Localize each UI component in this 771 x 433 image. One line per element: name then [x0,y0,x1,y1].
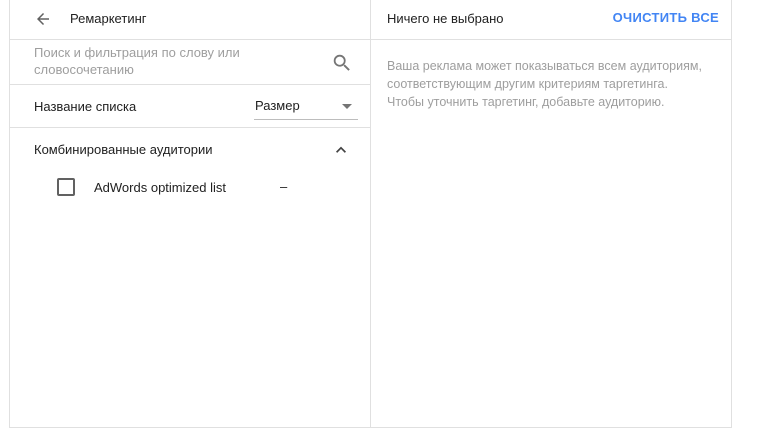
group-header-combined-audiences[interactable]: Комбинированные аудитории [10,128,370,169]
search-row [10,40,370,85]
browse-header: Ремаркетинг [10,0,370,40]
empty-selection-info: Ваша реклама может показываться всем ауд… [387,59,702,109]
arrow-back-icon [37,13,49,25]
list-name-column-label: Название списка [34,99,137,114]
dropdown-arrow-icon [342,104,352,109]
selected-header: Ничего не выбрано ОЧИСТИТЬ ВСЕ [371,0,731,40]
search-icon[interactable] [331,52,353,74]
clear-all-button[interactable]: ОЧИСТИТЬ ВСЕ [613,10,719,25]
selection-status: Ничего не выбрано [387,11,504,26]
group-label: Комбинированные аудитории [34,142,213,157]
size-dropdown-value: Размер [255,98,300,113]
size-dropdown[interactable]: Размер [254,93,358,120]
list-item: AdWords optimized list – [10,169,370,205]
column-header-row: Название списка Размер [10,85,370,128]
audience-checkbox[interactable] [57,178,75,196]
audience-size: – [280,179,288,194]
back-button[interactable] [30,6,56,32]
audience-browse-panel: Ремаркетинг Название списка Размер Комби… [10,0,371,427]
panel-title: Ремаркетинг [70,11,147,26]
selected-audiences-panel: Ничего не выбрано ОЧИСТИТЬ ВСЕ Ваша рекл… [371,0,731,427]
chevron-up-icon[interactable] [331,140,351,160]
search-input[interactable] [34,44,304,82]
audience-editor: Ремаркетинг Название списка Размер Комби… [9,0,732,428]
audience-name: AdWords optimized list [94,180,226,195]
